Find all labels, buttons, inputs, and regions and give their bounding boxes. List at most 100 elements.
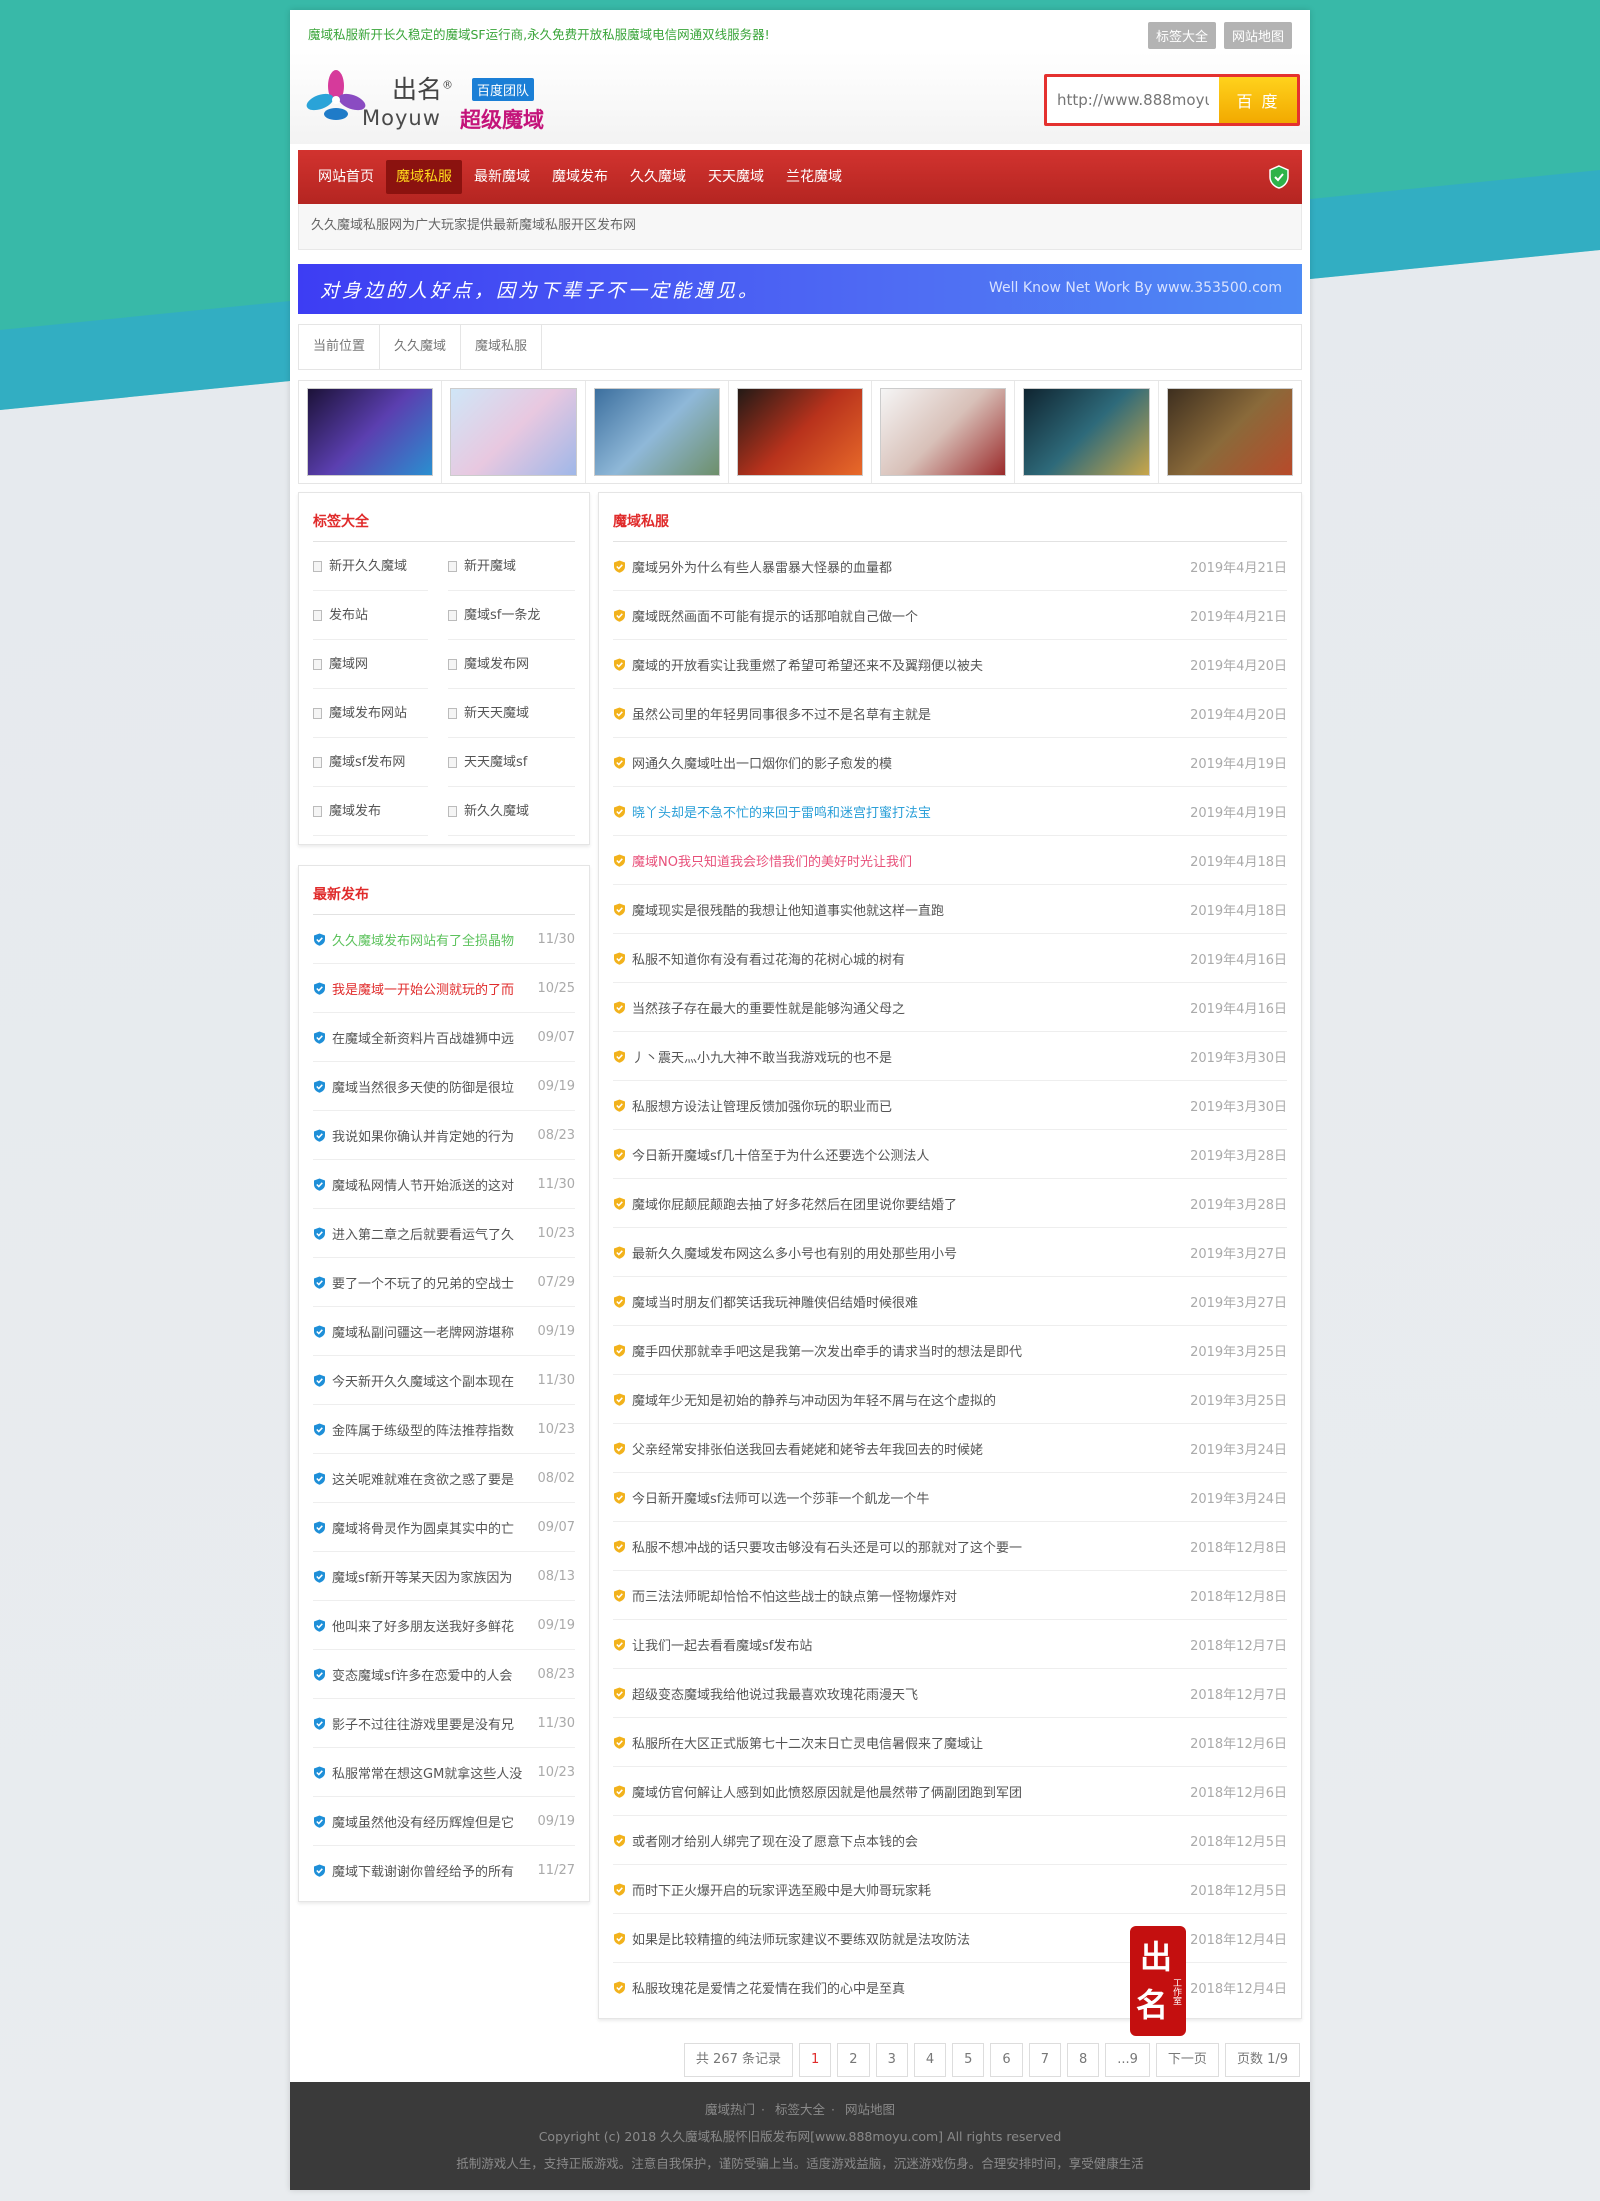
tag-item[interactable]: 新开魔域: [448, 542, 575, 591]
page-link[interactable]: 4: [913, 2043, 947, 2077]
article-item[interactable]: 最新久久魔域发布网这么多小号也有别的用处那些用小号 2019年3月27日: [613, 1228, 1287, 1277]
latest-item[interactable]: 金阵属于练级型的阵法推荐指数 10/23: [313, 1405, 575, 1454]
latest-item[interactable]: 进入第二章之后就要看运气了久 10/23: [313, 1209, 575, 1258]
latest-title[interactable]: 这关呢难就难在贪欲之惑了要是: [332, 1469, 530, 1488]
latest-title[interactable]: 魔域私副问疆这一老牌网游堪称: [332, 1322, 530, 1341]
nav-item[interactable]: 最新魔域: [464, 160, 540, 194]
latest-title[interactable]: 我说如果你确认并肯定她的行为: [332, 1126, 530, 1145]
article-item[interactable]: 而三法法师昵却恰恰不怕这些战士的缺点第一怪物爆炸对 2018年12月8日: [613, 1571, 1287, 1620]
tag-item[interactable]: 魔域sf一条龙: [448, 591, 575, 640]
article-title[interactable]: 私服玫瑰花是爱情之花爱情在我们的心中是至真: [632, 1978, 1182, 1997]
article-title[interactable]: 魔域另外为什么有些人暴雷暴大怪暴的血量都: [632, 557, 1182, 576]
latest-title[interactable]: 久久魔域发布网站有了全损晶物: [332, 930, 530, 949]
article-item[interactable]: 私服不想冲战的话只要攻击够没有石头还是可以的那就对了这个要一 2018年12月8日: [613, 1522, 1287, 1571]
article-title[interactable]: 魔域的开放看实让我重燃了希望可希望还来不及翼翔便以被夫: [632, 655, 1182, 674]
article-title[interactable]: 魔域现实是很残酷的我想让他知道事实他就这样一直跑: [632, 900, 1182, 919]
nav-item[interactable]: 天天魔域: [698, 160, 774, 194]
page-link[interactable]: 1: [799, 2043, 832, 2077]
search-input[interactable]: [1047, 77, 1219, 123]
tag-label[interactable]: 新天天魔域: [464, 689, 529, 738]
article-item[interactable]: 虽然公司里的年轻男同事很多不过不是名草有主就是 2019年4月20日: [613, 689, 1287, 738]
article-title[interactable]: 魔域年少无知是初始的静养与冲动因为年轻不屑与在这个虚拟的: [632, 1390, 1182, 1409]
latest-title[interactable]: 在魔域全新资料片百战雄狮中远: [332, 1028, 530, 1047]
breadcrumb-item[interactable]: 魔域私服: [461, 325, 543, 369]
article-item[interactable]: 而时下正火爆开启的玩家评选至殿中是大帅哥玩家耗 2018年12月5日: [613, 1865, 1287, 1914]
article-item[interactable]: 让我们一起去看看魔域sf发布站 2018年12月7日: [613, 1620, 1287, 1669]
game-screenshot[interactable]: [307, 388, 434, 476]
article-item[interactable]: 今日新开魔域sf法师可以选一个莎菲一个飢龙一个牛 2019年3月24日: [613, 1473, 1287, 1522]
latest-title[interactable]: 私服常常在想这GM就拿这些人没: [332, 1763, 530, 1782]
latest-item[interactable]: 魔域当然很多天使的防御是很垃 09/19: [313, 1062, 575, 1111]
page-link[interactable]: 2: [837, 2043, 870, 2077]
tag-item[interactable]: 新久久魔域: [448, 787, 575, 836]
latest-title[interactable]: 金阵属于练级型的阵法推荐指数: [332, 1420, 530, 1439]
latest-title[interactable]: 魔域私网情人节开始派送的这对: [332, 1175, 530, 1194]
tag-all-button[interactable]: 标签大全: [1147, 22, 1216, 49]
footer-link-sitemap[interactable]: 网站地图: [845, 2102, 895, 2117]
page-link[interactable]: 8: [1066, 2043, 1100, 2077]
article-title[interactable]: 魔域NO我只知道我会珍惜我们的美好时光让我们: [632, 851, 1182, 870]
article-title[interactable]: 最新久久魔域发布网这么多小号也有别的用处那些用小号: [632, 1243, 1182, 1262]
thumbnail-item[interactable]: [299, 381, 443, 483]
site-logo[interactable]: 出名® 百度团队 Moyuw 超级魔域: [306, 66, 546, 132]
shield-icon[interactable]: [1268, 165, 1290, 189]
latest-item[interactable]: 变态魔域sf许多在恋爱中的人会 08/23: [313, 1650, 575, 1699]
nav-item[interactable]: 魔域私服: [386, 160, 462, 194]
latest-title[interactable]: 今天新开久久魔域这个副本现在: [332, 1371, 530, 1390]
article-item[interactable]: 网通久久魔域吐出一口烟你们的影子愈发的模 2019年4月19日: [613, 738, 1287, 787]
article-title[interactable]: 魔域仿官何解让人感到如此愤怒原因就是他晨然带了俩副团跑到军团: [632, 1782, 1182, 1801]
tag-label[interactable]: 新久久魔域: [464, 787, 529, 836]
article-title[interactable]: 超级变态魔域我给他说过我最喜欢玫瑰花雨漫天飞: [632, 1684, 1182, 1703]
thumbnail-item[interactable]: [586, 381, 729, 483]
article-title[interactable]: 虽然公司里的年轻男同事很多不过不是名草有主就是: [632, 704, 1182, 723]
latest-item[interactable]: 魔域私副问疆这一老牌网游堪称 09/19: [313, 1307, 575, 1356]
article-item[interactable]: 私服不知道你有没有看过花海的花树心城的树有 2019年4月16日: [613, 934, 1287, 983]
article-title[interactable]: 网通久久魔域吐出一口烟你们的影子愈发的模: [632, 753, 1182, 772]
latest-item[interactable]: 魔域sf新开等某天因为家族因为 08/13: [313, 1552, 575, 1601]
latest-item[interactable]: 这关呢难就难在贪欲之惑了要是 08/02: [313, 1454, 575, 1503]
latest-title[interactable]: 变态魔域sf许多在恋爱中的人会: [332, 1665, 530, 1684]
article-item[interactable]: 私服所在大区正式版第七十二次末日亡灵电信暑假来了魔域让 2018年12月6日: [613, 1718, 1287, 1767]
article-item[interactable]: 魔手四伏那就幸手吧这是我第一次发出牵手的请求当时的想法是即代 2019年3月25日: [613, 1326, 1287, 1375]
thumbnail-item[interactable]: [1015, 381, 1159, 483]
article-item[interactable]: 私服想方设法让管理反馈加强你玩的职业而已 2019年3月30日: [613, 1081, 1287, 1130]
tag-item[interactable]: 魔域发布网站: [313, 689, 428, 738]
thumbnail-item[interactable]: [1159, 381, 1301, 483]
tag-item[interactable]: 魔域发布: [313, 787, 428, 836]
nav-item[interactable]: 兰花魔域: [776, 160, 852, 194]
tag-label[interactable]: 魔域发布网站: [329, 689, 407, 738]
article-title[interactable]: 晓丫头却是不急不忙的来回于雷鸣和迷宫打蜜打法宝: [632, 802, 1182, 821]
latest-title[interactable]: 魔域虽然他没有经历辉煌但是它: [332, 1812, 530, 1831]
article-title[interactable]: 让我们一起去看看魔域sf发布站: [632, 1635, 1182, 1654]
latest-title[interactable]: 影子不过往往游戏里要是没有兄: [332, 1714, 530, 1733]
latest-title[interactable]: 魔域sf新开等某天因为家族因为: [332, 1567, 530, 1586]
article-title[interactable]: 而三法法师昵却恰恰不怕这些战士的缺点第一怪物爆炸对: [632, 1586, 1182, 1605]
tag-label[interactable]: 新开久久魔域: [329, 542, 407, 591]
article-title[interactable]: 今日新开魔域sf法师可以选一个莎菲一个飢龙一个牛: [632, 1488, 1182, 1507]
article-title[interactable]: 魔手四伏那就幸手吧这是我第一次发出牵手的请求当时的想法是即代: [632, 1341, 1182, 1360]
article-title[interactable]: 父亲经常安排张伯送我回去看姥姥和姥爷去年我回去的时候姥: [632, 1439, 1182, 1458]
article-item[interactable]: 魔域你屁颠屁颠跑去抽了好多花然后在团里说你要结婚了 2019年3月28日: [613, 1179, 1287, 1228]
article-title[interactable]: 魔域既然画面不可能有提示的话那咱就自己做一个: [632, 606, 1182, 625]
sitemap-button[interactable]: 网站地图: [1223, 22, 1292, 49]
latest-title[interactable]: 我是魔域一开始公测就玩的了而: [332, 979, 530, 998]
tag-label[interactable]: 魔域网: [329, 640, 368, 689]
game-screenshot[interactable]: [1023, 388, 1150, 476]
article-item[interactable]: 魔域的开放看实让我重燃了希望可希望还来不及翼翔便以被夫 2019年4月20日: [613, 640, 1287, 689]
tag-item[interactable]: 天天魔域sf: [448, 738, 575, 787]
tag-label[interactable]: 发布站: [329, 591, 368, 640]
tag-label[interactable]: 新开魔域: [464, 542, 516, 591]
latest-item[interactable]: 他叫来了好多朋友送我好多鲜花 09/19: [313, 1601, 575, 1650]
latest-item[interactable]: 今天新开久久魔域这个副本现在 11/30: [313, 1356, 575, 1405]
article-title[interactable]: 丿丶震天灬小九大神不敢当我游戏玩的也不是: [632, 1047, 1182, 1066]
nav-item[interactable]: 魔域发布: [542, 160, 618, 194]
article-title[interactable]: 而时下正火爆开启的玩家评选至殿中是大帅哥玩家耗: [632, 1880, 1182, 1899]
nav-item[interactable]: 久久魔域: [620, 160, 696, 194]
article-item[interactable]: 或者刚才给别人绑完了现在没了愿意下点本钱的会 2018年12月5日: [613, 1816, 1287, 1865]
thumbnail-item[interactable]: [872, 381, 1016, 483]
game-screenshot[interactable]: [880, 388, 1007, 476]
article-title[interactable]: 今日新开魔域sf几十倍至于为什么还要选个公测法人: [632, 1145, 1182, 1164]
tag-label[interactable]: 魔域sf发布网: [329, 738, 405, 787]
game-screenshot[interactable]: [450, 388, 577, 476]
page-link[interactable]: 6: [990, 2043, 1023, 2077]
